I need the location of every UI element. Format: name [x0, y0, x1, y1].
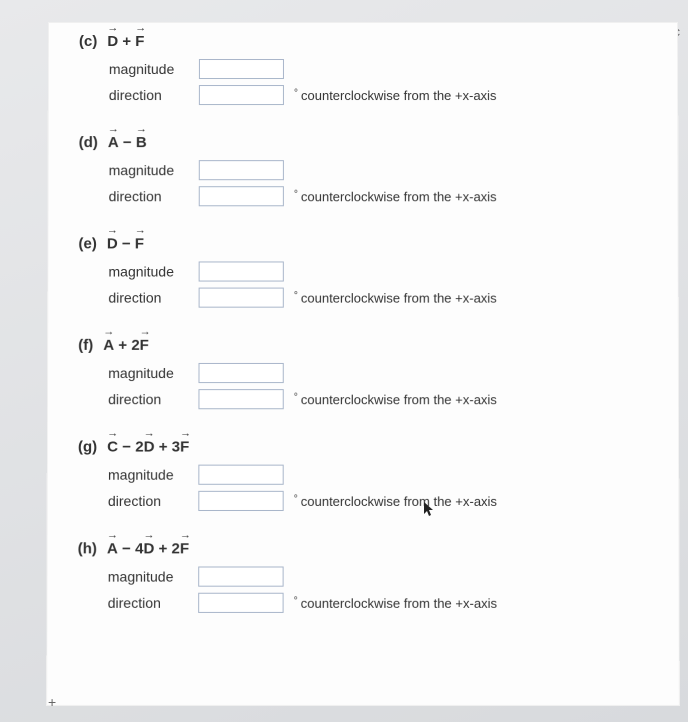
- direction-unit: °counterclockwise from the +x-axis: [294, 290, 497, 305]
- direction-unit-text: counterclockwise from the +x-axis: [301, 290, 497, 305]
- direction-unit-text: counterclockwise from the +x-axis: [301, 88, 497, 103]
- problem-expression: D + F: [107, 33, 144, 50]
- direction-input[interactable]: [198, 593, 283, 613]
- direction-input[interactable]: [199, 85, 284, 105]
- direction-unit: °counterclockwise from the +x-axis: [294, 88, 497, 103]
- direction-unit: °counterclockwise from the +x-axis: [294, 595, 497, 610]
- direction-unit: °counterclockwise from the +x-axis: [294, 392, 497, 407]
- degree-symbol: °: [294, 493, 298, 504]
- problem-block: (g) C − 2D + 3F magnitude direction °counter…: [78, 428, 649, 530]
- direction-row: direction °counterclockwise from the +x-a…: [78, 590, 649, 616]
- direction-row: direction °counterclockwise from the +x-a…: [79, 82, 647, 108]
- magnitude-row: magnitude: [79, 157, 648, 183]
- degree-symbol: °: [294, 88, 298, 99]
- direction-unit-text: counterclockwise from the +x-axis: [301, 493, 497, 508]
- problem-expression: A − B: [108, 134, 147, 151]
- direction-input[interactable]: [198, 491, 283, 511]
- problem-letter: (c): [79, 33, 97, 50]
- problem-heading: (f) A + 2F: [78, 337, 648, 360]
- degree-symbol: °: [294, 392, 298, 403]
- direction-label: direction: [109, 188, 199, 204]
- direction-label: direction: [109, 87, 199, 103]
- magnitude-input[interactable]: [198, 465, 283, 485]
- degree-symbol: °: [294, 189, 298, 200]
- direction-row: direction °counterclockwise from the +x-a…: [78, 285, 647, 311]
- magnitude-label: magnitude: [109, 162, 199, 178]
- magnitude-input[interactable]: [199, 59, 284, 79]
- footer-plus: +: [48, 694, 56, 710]
- problem-heading: (e) D − F: [78, 235, 647, 258]
- direction-row: direction °counterclockwise from the +x-a…: [78, 488, 648, 514]
- magnitude-row: magnitude: [79, 56, 647, 82]
- direction-label: direction: [108, 391, 198, 407]
- direction-row: direction °counterclockwise from the +x-a…: [78, 386, 648, 412]
- magnitude-row: magnitude: [78, 258, 647, 284]
- problem-block: (d) A − B magnitude direction °counterclockw…: [78, 124, 647, 225]
- problem-block: (h) A − 4D + 2F magnitude direction °counter…: [77, 530, 648, 632]
- direction-label: direction: [108, 493, 198, 509]
- problem-expression: A − 4D + 2F: [107, 540, 189, 557]
- direction-unit: °counterclockwise from the +x-axis: [294, 189, 497, 204]
- problem-expression: D − F: [107, 235, 144, 252]
- degree-symbol: °: [294, 290, 298, 301]
- problem-heading: (g) C − 2D + 3F: [78, 438, 648, 461]
- problem-block: (e) D − F magnitude direction °counterclockw…: [78, 225, 648, 326]
- direction-input[interactable]: [199, 186, 284, 206]
- magnitude-row: magnitude: [78, 563, 649, 589]
- magnitude-input[interactable]: [199, 160, 284, 180]
- problem-block: (f) A + 2F magnitude direction °counterclock…: [78, 327, 648, 429]
- problem-letter: (f): [78, 337, 93, 354]
- problem-heading: (d) A − B: [79, 134, 648, 157]
- problem-letter: (e): [78, 235, 96, 252]
- degree-symbol: °: [294, 595, 298, 606]
- direction-label: direction: [108, 290, 198, 306]
- direction-label: direction: [108, 595, 198, 611]
- problem-expression: A + 2F: [103, 337, 149, 354]
- magnitude-input[interactable]: [199, 261, 284, 281]
- problem-letter: (h): [78, 540, 97, 557]
- magnitude-input[interactable]: [198, 566, 283, 586]
- problem-heading: (h) A − 4D + 2F: [78, 540, 649, 563]
- direction-input[interactable]: [199, 288, 284, 308]
- worksheet-page: (c)D + Fmagnitudedirection°counterclockw…: [46, 22, 680, 706]
- direction-unit-text: counterclockwise from the +x-axis: [301, 595, 497, 610]
- magnitude-label: magnitude: [108, 263, 198, 279]
- magnitude-label: magnitude: [108, 365, 198, 381]
- direction-row: direction °counterclockwise from the +x-a…: [79, 183, 648, 209]
- magnitude-label: magnitude: [108, 467, 198, 483]
- problem-letter: (d): [79, 134, 98, 151]
- direction-input[interactable]: [198, 389, 283, 409]
- problem-letter: (g): [78, 438, 97, 455]
- magnitude-input[interactable]: [198, 363, 283, 383]
- magnitude-label: magnitude: [108, 569, 198, 585]
- problem-heading: (c) D + F: [79, 33, 647, 56]
- problem-block: (c) D + F magnitude direction °counterclockw…: [79, 23, 648, 124]
- magnitude-label: magnitude: [109, 61, 199, 77]
- direction-unit: °counterclockwise from the +x-axis: [294, 493, 497, 508]
- direction-unit-text: counterclockwise from the +x-axis: [301, 392, 497, 407]
- magnitude-row: magnitude: [78, 462, 648, 488]
- direction-unit-text: counterclockwise from the +x-axis: [301, 189, 497, 204]
- magnitude-row: magnitude: [78, 360, 648, 386]
- problem-expression: C − 2D + 3F: [107, 438, 189, 455]
